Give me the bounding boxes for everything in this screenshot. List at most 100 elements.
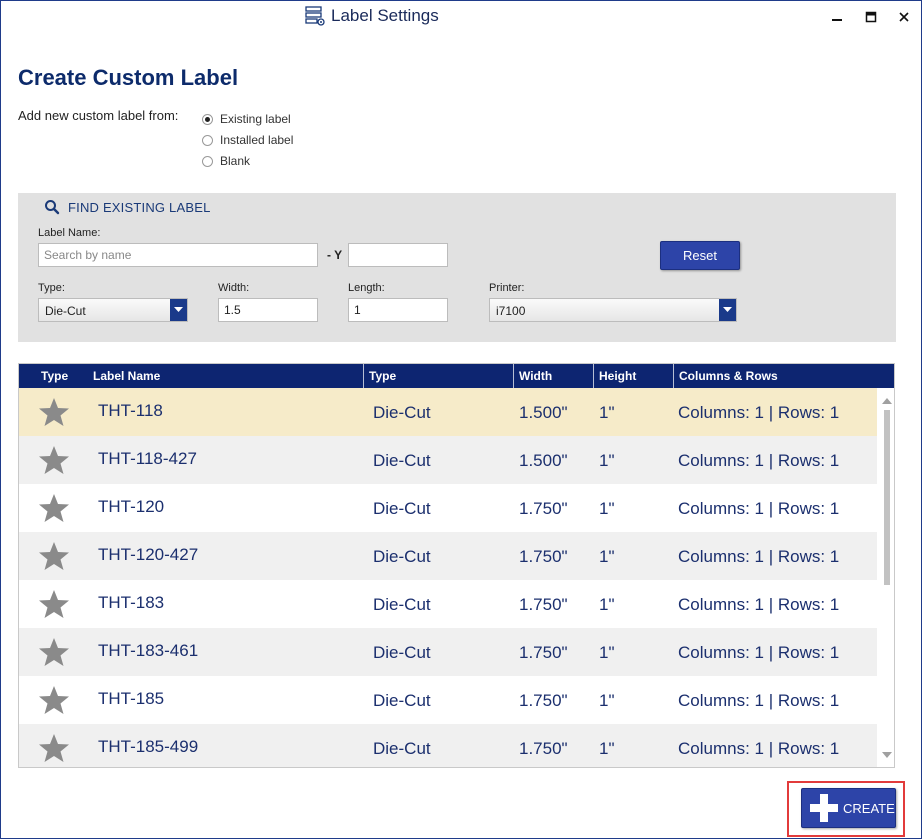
scroll-up-icon[interactable]	[882, 397, 892, 405]
column-divider[interactable]	[673, 364, 674, 388]
table-row[interactable]: THT-120 Die-Cut 1.750" 1" Columns: 1 | R…	[19, 484, 877, 532]
reset-button[interactable]: Reset	[660, 241, 740, 270]
column-header-width[interactable]: Width	[519, 369, 552, 383]
radio-dot[interactable]	[202, 113, 213, 125]
plus-icon	[810, 794, 838, 822]
vertical-scrollbar[interactable]	[879, 389, 894, 767]
label-name-search-input[interactable]: Search by name	[38, 243, 318, 267]
column-header-label-name[interactable]: Label Name	[93, 369, 160, 383]
radio-label: Blank	[220, 154, 251, 168]
cell-label-name: THT-118	[98, 401, 163, 420]
table-row[interactable]: THT-118 Die-Cut 1.500" 1" Columns: 1 | R…	[19, 388, 877, 436]
cell-width: 1.500"	[519, 451, 568, 470]
radio-label: Installed label	[220, 133, 294, 147]
close-button[interactable]	[894, 7, 914, 27]
cell-width: 1.500"	[519, 403, 568, 422]
add-from-label: Add new custom label from:	[18, 108, 179, 123]
column-header-height[interactable]: Height	[599, 369, 636, 383]
column-header-columns-rows[interactable]: Columns & Rows	[679, 369, 778, 383]
column-divider[interactable]	[593, 364, 594, 388]
table-row[interactable]: THT-183-461 Die-Cut 1.750" 1" Columns: 1…	[19, 628, 877, 676]
table-row[interactable]: THT-185 Die-Cut 1.750" 1" Columns: 1 | R…	[19, 676, 877, 724]
create-button[interactable]: CREATE	[801, 788, 896, 828]
star-icon	[39, 398, 69, 426]
label-name-label: Label Name:	[38, 227, 101, 239]
star-icon	[39, 734, 69, 762]
star-icon	[39, 590, 69, 618]
cell-label-name: THT-120	[98, 497, 165, 516]
cell-label-name: THT-120-427	[98, 545, 199, 564]
radio-dot[interactable]	[202, 134, 213, 146]
cell-columns-rows: Columns: 1 | Rows: 1	[678, 499, 840, 518]
chevron-down-icon[interactable]	[170, 299, 187, 321]
cell-type: Die-Cut	[373, 547, 431, 566]
scrollbar-thumb[interactable]	[884, 410, 890, 585]
star-icon	[39, 686, 69, 714]
scroll-down-icon[interactable]	[882, 751, 892, 759]
title-group: Label Settings	[305, 6, 439, 26]
table-row[interactable]: THT-118-427 Die-Cut 1.500" 1" Columns: 1…	[19, 436, 877, 484]
y-label: - Y	[327, 248, 343, 262]
y-input[interactable]	[348, 243, 448, 267]
cell-type: Die-Cut	[373, 691, 431, 710]
find-existing-label-panel: FIND EXISTING LABEL Label Name: Search b…	[18, 193, 896, 342]
server-gear-icon	[305, 6, 325, 26]
column-header-type-icon[interactable]: Type	[41, 369, 68, 383]
labels-table: Type Label Name Type Width Height Column…	[18, 363, 895, 768]
radio-dot[interactable]	[202, 155, 213, 167]
maximize-icon	[865, 11, 877, 23]
star-icon	[39, 638, 69, 666]
type-select-value: Die-Cut	[45, 304, 86, 318]
length-label: Length:	[348, 282, 385, 294]
table-row[interactable]: THT-183 Die-Cut 1.750" 1" Columns: 1 | R…	[19, 580, 877, 628]
column-divider[interactable]	[363, 364, 364, 388]
star-icon	[39, 494, 69, 522]
radio-existing-label[interactable]: Existing label	[202, 112, 291, 126]
cell-label-name: THT-183-461	[98, 641, 199, 660]
table-row[interactable]: THT-185-499 Die-Cut 1.750" 1" Columns: 1…	[19, 724, 877, 767]
length-input[interactable]: 1	[348, 298, 448, 322]
cell-label-name: THT-185-499	[98, 737, 199, 756]
label-settings-window: Label Settings Create Custom Label Add n…	[0, 0, 922, 839]
cell-width: 1.750"	[519, 547, 568, 566]
cell-height: 1"	[599, 451, 615, 470]
table-header: Type Label Name Type Width Height Column…	[19, 364, 894, 388]
cell-type: Die-Cut	[373, 595, 431, 614]
star-icon	[39, 542, 69, 570]
printer-select[interactable]: i7100	[489, 298, 737, 322]
find-panel-title-text: FIND EXISTING LABEL	[68, 199, 211, 215]
cell-height: 1"	[599, 499, 615, 518]
column-header-type[interactable]: Type	[369, 369, 396, 383]
cell-height: 1"	[599, 403, 615, 422]
width-input[interactable]: 1.5	[218, 298, 318, 322]
cell-height: 1"	[599, 691, 615, 710]
radio-blank[interactable]: Blank	[202, 154, 250, 168]
printer-select-value: i7100	[496, 304, 526, 318]
cell-columns-rows: Columns: 1 | Rows: 1	[678, 739, 840, 758]
radio-installed-label[interactable]: Installed label	[202, 133, 293, 147]
cell-height: 1"	[599, 547, 615, 566]
window-title: Label Settings	[331, 6, 439, 25]
cell-width: 1.750"	[519, 691, 568, 710]
cell-width: 1.750"	[519, 595, 568, 614]
find-panel-title: FIND EXISTING LABEL	[44, 199, 211, 215]
minimize-icon	[832, 19, 842, 21]
cell-height: 1"	[599, 739, 615, 758]
cell-columns-rows: Columns: 1 | Rows: 1	[678, 451, 840, 470]
page-title: Create Custom Label	[18, 65, 239, 90]
minimize-button[interactable]	[827, 7, 847, 27]
title-bar[interactable]: Label Settings	[1, 1, 921, 33]
cell-width: 1.750"	[519, 643, 568, 662]
cell-columns-rows: Columns: 1 | Rows: 1	[678, 595, 840, 614]
cell-label-name: THT-118-427	[98, 449, 197, 468]
table-row[interactable]: THT-120-427 Die-Cut 1.750" 1" Columns: 1…	[19, 532, 877, 580]
cell-height: 1"	[599, 643, 615, 662]
cell-type: Die-Cut	[373, 739, 431, 758]
type-select[interactable]: Die-Cut	[38, 298, 188, 322]
maximize-button[interactable]	[861, 7, 881, 27]
cell-columns-rows: Columns: 1 | Rows: 1	[678, 403, 840, 422]
chevron-down-icon[interactable]	[719, 299, 736, 321]
cell-type: Die-Cut	[373, 403, 431, 422]
column-divider[interactable]	[513, 364, 514, 388]
radio-label: Existing label	[220, 112, 291, 126]
